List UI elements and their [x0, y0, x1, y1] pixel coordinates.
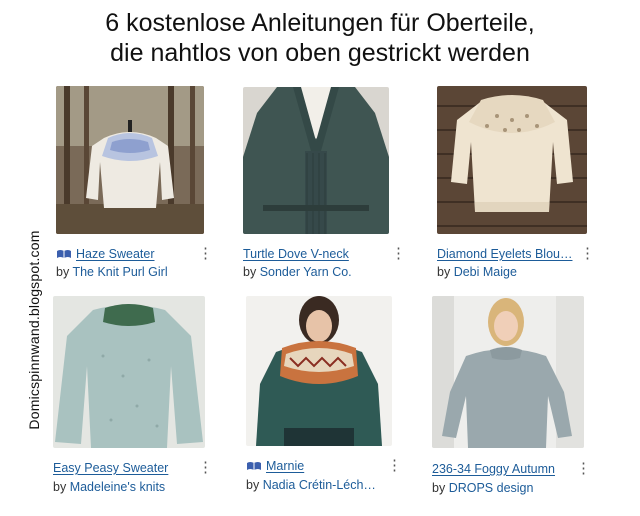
pattern-photo[interactable]	[432, 296, 584, 448]
pattern-photo[interactable]	[246, 296, 392, 446]
pattern-card: Diamond Eyelets Blou… ⋮ by Debi Maige	[437, 86, 597, 286]
pattern-name-link[interactable]: Turtle Dove V-neck	[243, 247, 349, 261]
author-row: by Madeleine's knits	[53, 480, 165, 494]
library-icon	[57, 250, 71, 258]
more-options-icon[interactable]: ⋮	[198, 460, 213, 475]
author-row: by Debi Maige	[437, 265, 517, 279]
pattern-name-link[interactable]: Marnie	[266, 459, 304, 473]
pattern-name-row: Haze Sweater	[56, 247, 155, 261]
pattern-name-row: Diamond Eyelets Blou…	[437, 247, 572, 261]
pattern-card: Marnie ⋮ by Nadia Crétin-Léch…	[246, 296, 406, 496]
by-label: by	[56, 265, 70, 279]
pattern-name-row: Marnie	[246, 459, 304, 473]
more-options-icon[interactable]: ⋮	[387, 458, 402, 473]
by-label: by	[437, 265, 451, 279]
pattern-name-row: Turtle Dove V-neck	[243, 247, 349, 261]
author-link[interactable]: Nadia Crétin-Léch…	[263, 478, 376, 492]
author-row: by The Knit Purl Girl	[56, 265, 168, 279]
title-line-1: 6 kostenlose Anleitungen für Oberteile,	[105, 9, 535, 37]
pattern-name-row: Easy Peasy Sweater	[53, 461, 168, 475]
author-row: by DROPS design	[432, 481, 533, 495]
pattern-name-row: 236-34 Foggy Autumn	[432, 462, 555, 476]
author-link[interactable]: DROPS design	[449, 481, 534, 495]
more-options-icon[interactable]: ⋮	[576, 461, 591, 476]
by-label: by	[53, 480, 67, 494]
author-link[interactable]: Sonder Yarn Co.	[260, 265, 352, 279]
pattern-card: Easy Peasy Sweater ⋮ by Madeleine's knit…	[53, 296, 218, 496]
author-row: by Nadia Crétin-Léch…	[246, 478, 376, 492]
more-options-icon[interactable]: ⋮	[198, 246, 213, 261]
pattern-card: 236-34 Foggy Autumn ⋮ by DROPS design	[432, 296, 597, 496]
pattern-name-link[interactable]: Diamond Eyelets Blou…	[437, 247, 572, 261]
author-link[interactable]: Madeleine's knits	[70, 480, 166, 494]
author-link[interactable]: Debi Maige	[454, 265, 517, 279]
by-label: by	[246, 478, 260, 492]
pattern-photo[interactable]	[56, 86, 204, 234]
title-line-2: die nahtlos von oben gestrickt werden	[110, 39, 530, 67]
page-title: 6 kostenlose Anleitungen für Oberteile, …	[0, 8, 640, 68]
library-icon	[247, 462, 261, 470]
pattern-name-link[interactable]: Haze Sweater	[76, 247, 155, 261]
pattern-card: Turtle Dove V-neck ⋮ by Sonder Yarn Co.	[243, 87, 413, 287]
by-label: by	[432, 481, 446, 495]
by-label: by	[243, 265, 257, 279]
pattern-card: Haze Sweater ⋮ by The Knit Purl Girl	[56, 86, 216, 286]
watermark-text: Domicspinnwand.blogspot.com	[26, 230, 42, 430]
pattern-name-link[interactable]: 236-34 Foggy Autumn	[432, 462, 555, 476]
more-options-icon[interactable]: ⋮	[391, 246, 406, 261]
author-row: by Sonder Yarn Co.	[243, 265, 352, 279]
author-link[interactable]: The Knit Purl Girl	[72, 265, 167, 279]
pattern-photo[interactable]	[53, 296, 205, 448]
pattern-photo[interactable]	[437, 86, 587, 234]
pattern-name-link[interactable]: Easy Peasy Sweater	[53, 461, 168, 475]
more-options-icon[interactable]: ⋮	[580, 246, 595, 261]
pattern-photo[interactable]	[243, 87, 389, 234]
